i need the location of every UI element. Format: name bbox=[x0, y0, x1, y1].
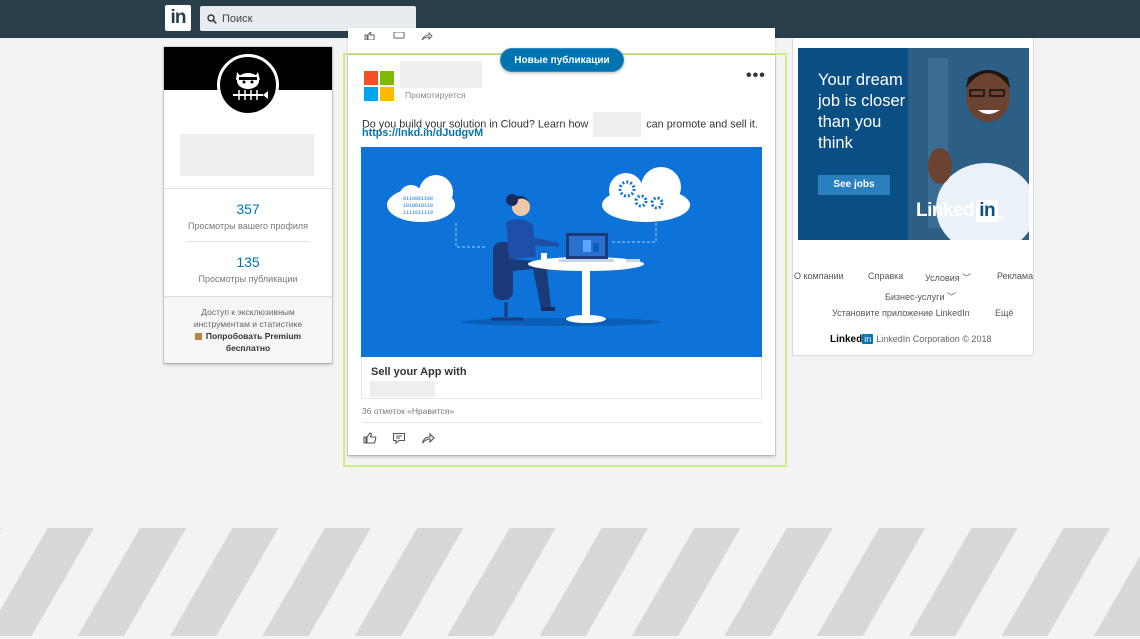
link-preview-title[interactable]: Sell your App with bbox=[371, 366, 467, 378]
profile-card: 357 Просмотры вашего профиля 135 Просмот… bbox=[164, 47, 332, 363]
footer-link-ads[interactable]: Реклама bbox=[997, 271, 1033, 281]
premium-cta-line2[interactable]: бесплатно bbox=[164, 342, 332, 354]
footer-link-help[interactable]: Справка bbox=[868, 271, 903, 281]
see-jobs-button[interactable]: See jobs bbox=[818, 175, 890, 195]
ad-banner[interactable]: Your dream job is closer than you think … bbox=[798, 48, 1029, 240]
comment-icon[interactable] bbox=[393, 32, 405, 40]
premium-icon bbox=[194, 333, 202, 341]
ad-headline-line3: than you bbox=[818, 113, 882, 131]
search-icon bbox=[207, 13, 217, 24]
divider bbox=[362, 422, 762, 423]
footer-copyright: LinkedIn Corporation © 2018 bbox=[876, 334, 992, 344]
likes-count[interactable]: 36 отметок «Нравится» bbox=[362, 406, 454, 416]
premium-promo[interactable]: Доступ к эксклюзивным инструментам и ста… bbox=[164, 296, 332, 363]
post-text-after: can promote and sell it. bbox=[646, 118, 758, 131]
comment-icon[interactable] bbox=[392, 432, 406, 444]
sponsored-post-card: Промотируется ••• Do you build your solu… bbox=[348, 55, 775, 455]
microsoft-logo-icon[interactable] bbox=[364, 71, 394, 101]
premium-text-line2: инструментам и статистике bbox=[193, 319, 303, 329]
link-preview-placeholder bbox=[370, 381, 435, 397]
gears-cloud-icon bbox=[602, 167, 690, 222]
chevron-down-icon: ﹀ bbox=[962, 273, 972, 283]
ad-headline-line4: think bbox=[818, 134, 853, 152]
post-image[interactable]: 0110001100 1010010110 1111011110 bbox=[361, 147, 762, 357]
premium-cta-line1[interactable]: Попробовать Premium bbox=[206, 331, 301, 341]
promoted-label: Промотируется bbox=[405, 90, 466, 100]
ad-headline-line2: job is closer bbox=[818, 92, 906, 110]
footer-brand: Linked in LinkedIn Corporation © 2018 bbox=[830, 334, 991, 345]
like-icon[interactable] bbox=[364, 32, 376, 40]
ad-brand-tm: TM bbox=[998, 216, 1005, 222]
more-options-button[interactable]: ••• bbox=[746, 67, 766, 85]
ad-headline[interactable]: Your dream job is closer than you think bbox=[818, 70, 928, 154]
footer-brand-text: Linked bbox=[830, 334, 863, 345]
new-posts-button[interactable]: Новые публикации bbox=[500, 48, 624, 72]
like-icon[interactable] bbox=[363, 432, 377, 444]
post-text-placeholder bbox=[593, 112, 642, 137]
decorative-stripes bbox=[0, 528, 1140, 636]
cat-fishbone-avatar-icon bbox=[233, 72, 268, 100]
footer-link-about[interactable]: О компании bbox=[794, 271, 844, 281]
footer-business-label: Бизнес-услуги bbox=[885, 292, 945, 302]
post-views-label[interactable]: Просмотры публикации bbox=[164, 274, 332, 284]
profile-views-label[interactable]: Просмотры вашего профиля bbox=[164, 221, 332, 231]
share-icon[interactable] bbox=[421, 32, 433, 40]
binary-line-2: 1010010110 bbox=[403, 203, 433, 209]
profile-views-count[interactable]: 357 bbox=[164, 201, 332, 217]
binary-line-1: 0110001100 bbox=[403, 196, 433, 202]
ad-brand-text: Linked bbox=[916, 200, 975, 221]
post-link[interactable]: https://lnkd.in/dJudgvM bbox=[362, 127, 483, 139]
ad-brand-in: in bbox=[976, 200, 999, 222]
footer-terms-label: Условия bbox=[925, 273, 960, 283]
profile-name-placeholder bbox=[180, 134, 314, 176]
cloud-developer-illustration: 0110001100 1010010110 1111011110 bbox=[387, 167, 690, 326]
footer-brand-in: in bbox=[862, 334, 874, 344]
divider bbox=[186, 241, 310, 242]
link-preview[interactable]: Sell your App with bbox=[361, 357, 762, 399]
linkedin-logo-icon[interactable]: in bbox=[165, 5, 191, 31]
search-input[interactable] bbox=[222, 12, 402, 25]
binary-cloud-icon: 0110001100 1010010110 1111011110 bbox=[387, 175, 455, 222]
footer-link-terms[interactable]: Условия ﹀ bbox=[925, 271, 971, 284]
post-views-count[interactable]: 135 bbox=[164, 254, 332, 270]
footer-link-app[interactable]: Установите приложение LinkedIn bbox=[832, 308, 970, 318]
chevron-down-icon: ﹀ bbox=[947, 292, 957, 302]
premium-text-line1: Доступ к эксклюзивным bbox=[201, 307, 295, 317]
binary-line-3: 1111011110 bbox=[403, 210, 433, 216]
ad-linkedin-logo: Linked in TM bbox=[916, 200, 1005, 222]
divider bbox=[164, 188, 332, 189]
footer-link-business[interactable]: Бизнес-услуги ﹀ bbox=[885, 290, 956, 303]
right-rail: Your dream job is closer than you think … bbox=[793, 38, 1033, 355]
company-name-placeholder[interactable] bbox=[400, 61, 482, 88]
ad-headline-line1: Your dream bbox=[818, 71, 903, 89]
share-icon[interactable] bbox=[421, 432, 435, 444]
avatar[interactable] bbox=[217, 54, 279, 116]
footer-link-more[interactable]: Ещё bbox=[995, 308, 1013, 318]
